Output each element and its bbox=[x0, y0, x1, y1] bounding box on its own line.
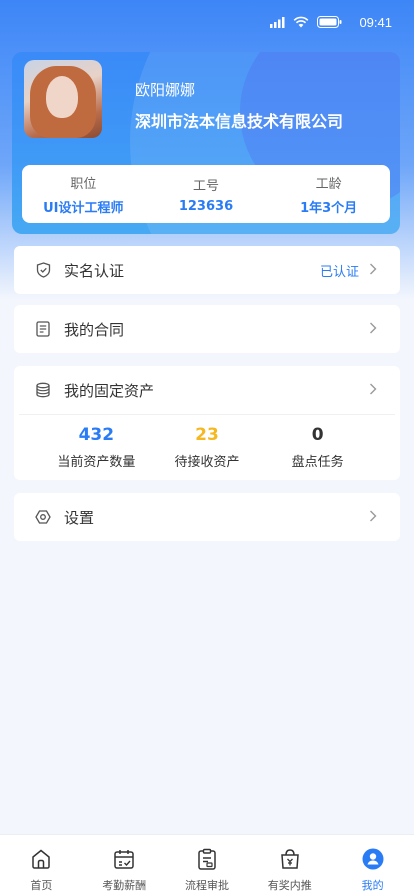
status-icons bbox=[270, 16, 342, 32]
info-value: 123636 bbox=[178, 198, 234, 214]
avatar-face bbox=[46, 76, 78, 118]
user-name: 欧阳娜娜 bbox=[135, 81, 196, 99]
info-employee-id: 工号 123636 bbox=[145, 175, 266, 214]
stat-value: 23 bbox=[195, 425, 219, 445]
stat-current-assets[interactable]: 432 当前资产数量 bbox=[42, 425, 152, 470]
contract-row[interactable]: 我的合同 bbox=[14, 305, 400, 353]
contract-card: 我的合同 bbox=[14, 305, 400, 353]
realname-card: 实名认证 已认证 bbox=[14, 246, 400, 294]
stat-label: 待接收资产 bbox=[174, 455, 240, 470]
assets-title: 我的固定资产 bbox=[64, 381, 155, 400]
info-label: 职位 bbox=[70, 176, 97, 192]
tab-label: 有奖内推 bbox=[267, 879, 312, 892]
clipboard-icon bbox=[195, 847, 219, 871]
database-icon bbox=[35, 382, 51, 398]
assets-chevron-area bbox=[369, 381, 377, 399]
info-value: UI设计工程师 bbox=[43, 200, 124, 216]
info-label: 工号 bbox=[192, 178, 219, 194]
info-label: 工龄 bbox=[315, 176, 342, 192]
settings-chevron-area bbox=[369, 508, 377, 526]
stat-inventory-tasks[interactable]: 0 盘点任务 bbox=[263, 425, 373, 470]
settings-title: 设置 bbox=[64, 508, 95, 527]
settings-row[interactable]: 设置 bbox=[14, 493, 400, 541]
gift-bag-icon bbox=[278, 847, 302, 871]
assets-row[interactable]: 我的固定资产 bbox=[14, 366, 400, 414]
bottom-tab-bar: 首页 考勤薪酬 流程审批 有奖内推 我的 bbox=[0, 834, 414, 896]
stat-value: 0 bbox=[311, 425, 324, 445]
calendar-icon bbox=[112, 847, 136, 871]
tab-attendance[interactable]: 考勤薪酬 bbox=[84, 835, 164, 896]
stat-pending-assets[interactable]: 23 待接收资产 bbox=[152, 425, 262, 470]
contract-chevron-area bbox=[369, 320, 377, 338]
settings-card: 设置 bbox=[14, 493, 400, 541]
company-name: 深圳市法本信息技术有限公司 bbox=[135, 112, 344, 131]
chevron-right-icon bbox=[369, 320, 377, 338]
shield-check-icon bbox=[35, 262, 51, 278]
tab-label: 首页 bbox=[30, 879, 53, 892]
info-seniority: 工龄 1年3个月 bbox=[268, 173, 389, 216]
chevron-right-icon bbox=[369, 381, 377, 399]
user-icon bbox=[361, 847, 385, 871]
status-time: 09:41 bbox=[359, 15, 392, 30]
wifi-icon bbox=[293, 16, 309, 32]
profile-card: 欧阳娜娜 深圳市法本信息技术有限公司 职位 UI设计工程师 工号 123636 … bbox=[12, 52, 400, 234]
tab-referral[interactable]: 有奖内推 bbox=[250, 835, 330, 896]
assets-card: 我的固定资产 432 当前资产数量 23 待接收资产 0 盘点任务 bbox=[14, 366, 400, 480]
tab-label: 考勤薪酬 bbox=[102, 879, 147, 892]
status-bar: 09:41 bbox=[0, 0, 414, 44]
battery-icon bbox=[317, 16, 342, 32]
stat-label: 当前资产数量 bbox=[57, 455, 136, 470]
tab-mine[interactable]: 我的 bbox=[333, 835, 413, 896]
contract-title: 我的合同 bbox=[64, 320, 125, 339]
tab-approval[interactable]: 流程审批 bbox=[167, 835, 247, 896]
document-icon bbox=[35, 321, 51, 337]
chevron-right-icon bbox=[369, 261, 377, 279]
info-position: 职位 UI设计工程师 bbox=[23, 173, 144, 216]
signal-icon bbox=[270, 16, 285, 32]
home-icon bbox=[29, 847, 53, 871]
realname-row[interactable]: 实名认证 已认证 bbox=[14, 246, 400, 294]
stat-label: 盘点任务 bbox=[291, 455, 344, 470]
info-value: 1年3个月 bbox=[300, 200, 358, 216]
avatar[interactable] bbox=[24, 60, 102, 138]
realname-status-area: 已认证 bbox=[320, 261, 377, 280]
asset-stats: 432 当前资产数量 23 待接收资产 0 盘点任务 bbox=[19, 414, 395, 480]
stat-value: 432 bbox=[78, 425, 115, 445]
tab-label: 流程审批 bbox=[184, 879, 229, 892]
realname-title: 实名认证 bbox=[64, 261, 125, 280]
tab-home[interactable]: 首页 bbox=[1, 835, 81, 896]
gear-icon bbox=[35, 509, 51, 525]
tab-label: 我的 bbox=[361, 879, 384, 892]
verified-badge: 已认证 bbox=[319, 264, 359, 280]
chevron-right-icon bbox=[369, 508, 377, 526]
employee-info-box: 职位 UI设计工程师 工号 123636 工龄 1年3个月 bbox=[22, 165, 390, 223]
